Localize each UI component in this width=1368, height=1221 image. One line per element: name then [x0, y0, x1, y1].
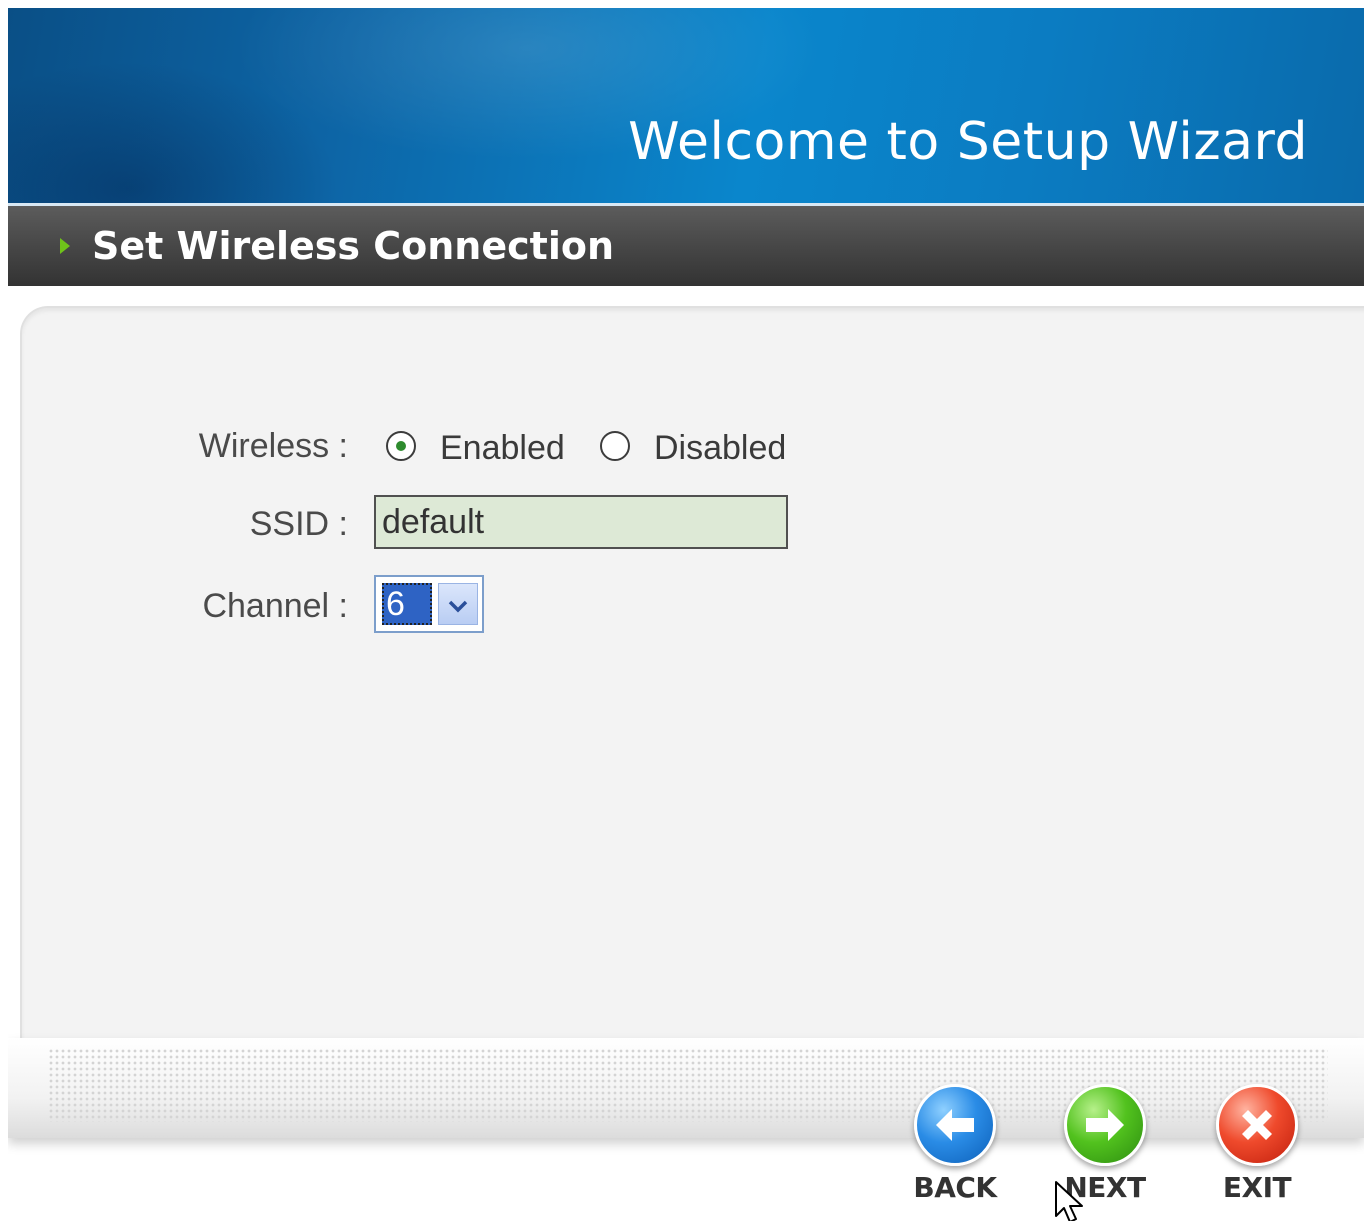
wireless-disabled-radio[interactable]	[600, 431, 630, 461]
triangle-arrow-icon	[60, 238, 70, 254]
channel-selected-value: 6	[382, 583, 432, 625]
wireless-enabled-label[interactable]: Enabled	[440, 428, 565, 468]
mouse-cursor-icon	[1054, 1180, 1088, 1221]
channel-label: Channel :	[202, 587, 348, 625]
next-arrow-icon[interactable]	[1064, 1084, 1146, 1166]
setup-wizard-window: Welcome to Setup Wizard Set Wireless Con…	[8, 8, 1364, 1221]
exit-x-icon[interactable]	[1216, 1084, 1298, 1166]
wireless-enabled-radio[interactable]	[386, 431, 416, 461]
back-label[interactable]: BACK	[910, 1172, 1000, 1204]
exit-label[interactable]: EXIT	[1212, 1172, 1302, 1204]
back-button[interactable]: BACK	[910, 1084, 1000, 1214]
content-panel	[20, 306, 1364, 1050]
wizard-title: Welcome to Setup Wizard	[628, 112, 1308, 172]
wireless-label: Wireless :	[198, 427, 348, 465]
radio-selected-dot	[396, 441, 406, 451]
exit-button[interactable]: EXIT	[1212, 1084, 1302, 1214]
section-title: Set Wireless Connection	[92, 224, 614, 268]
ssid-input[interactable]: default	[374, 495, 788, 549]
back-arrow-icon[interactable]	[914, 1084, 996, 1166]
channel-select[interactable]: 6	[374, 575, 484, 633]
wizard-header: Welcome to Setup Wizard	[8, 8, 1364, 206]
wireless-disabled-label[interactable]: Disabled	[654, 428, 786, 468]
ssid-label: SSID :	[249, 505, 348, 543]
chevron-down-icon[interactable]	[438, 583, 478, 625]
